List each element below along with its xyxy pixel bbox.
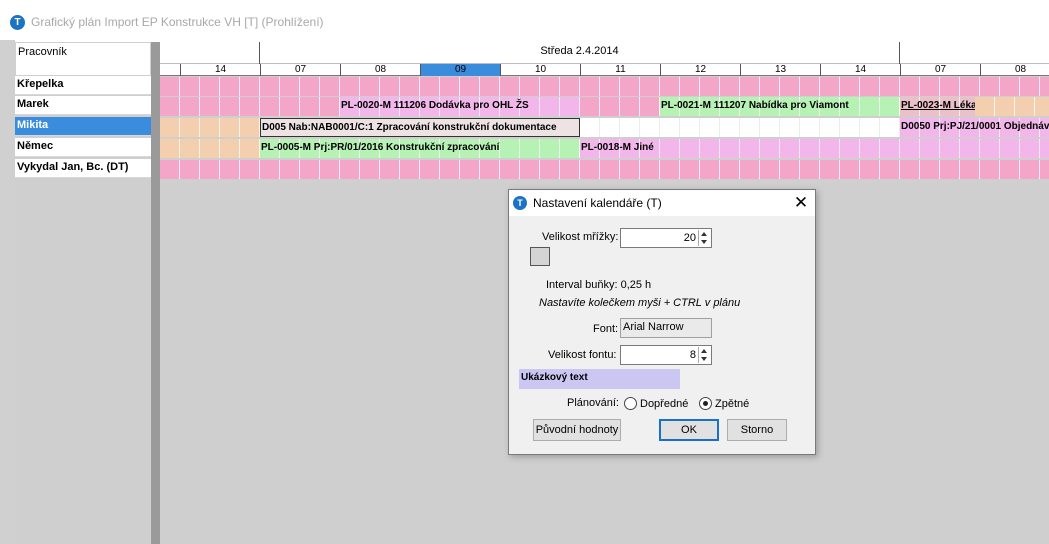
hour-label: 14 <box>180 64 260 76</box>
ok-button[interactable]: OK <box>659 419 719 441</box>
worker-name: Křepelka <box>17 78 64 90</box>
planning-backward-radio[interactable] <box>699 397 712 410</box>
plan-row-vykydal[interactable] <box>160 160 1049 179</box>
cancel-button[interactable]: Storno <box>727 419 787 441</box>
font-value: Arial Narrow <box>623 321 684 333</box>
spinner-arrows-icon[interactable] <box>698 347 710 363</box>
font-field[interactable]: Arial Narrow <box>620 318 712 338</box>
task-label: PL-0021-M 111207 Nabídka pro Viamont <box>661 100 849 111</box>
worker-row-marek[interactable]: Marek <box>15 96 151 115</box>
worker-name: Němec <box>17 140 54 152</box>
workers-header-label: Pracovník <box>18 46 67 58</box>
grid-color-button[interactable] <box>530 247 550 266</box>
task-label: D0050 Prj:PJ/21/0001 Objednávka <box>901 121 1049 132</box>
task-bar[interactable]: PL-0021-M 111207 Nabídka pro Viamont <box>660 97 900 116</box>
day-header: Středa 2.4.2014 <box>160 42 1049 64</box>
worker-row-mikita[interactable]: Mikita <box>15 117 151 136</box>
reset-defaults-button[interactable]: Původní hodnoty <box>533 419 621 441</box>
hour-label: 07 <box>260 64 340 76</box>
left-margin <box>0 40 15 544</box>
planning-backward-label[interactable]: Zpětné <box>715 398 749 410</box>
hour-label: 08 <box>340 64 420 76</box>
task-bar[interactable] <box>160 118 260 137</box>
grid-size-label: Velikost mřížky: <box>542 231 619 243</box>
previous-day-cell <box>160 42 260 64</box>
title-bar: T Grafický plán Import EP Konstrukce VH … <box>0 0 1049 44</box>
spinner-arrows-icon[interactable] <box>698 230 710 246</box>
plan-row-nemec[interactable]: PL-0005-M Prj:PR/01/2016 Konstrukční zpr… <box>160 139 1049 158</box>
task-bar[interactable] <box>160 139 260 158</box>
hour-header: 14 07 08 09 10 11 12 13 14 07 08 <box>160 64 1049 76</box>
plan-row-marek[interactable]: PL-0020-M 111206 Dodávka pro OHL ŽS PL-0… <box>160 97 1049 116</box>
app-logo-icon: T <box>513 196 527 210</box>
planning-forward-label[interactable]: Dopředné <box>640 398 688 410</box>
day-label: Středa 2.4.2014 <box>260 42 900 64</box>
hour-label: 12 <box>660 64 740 76</box>
worker-name: Mikita <box>17 119 49 131</box>
pane-splitter[interactable] <box>151 42 160 544</box>
planning-forward-radio[interactable] <box>624 397 637 410</box>
font-size-value: 8 <box>689 349 696 361</box>
task-label: PL-0023-M Lékař <box>901 100 981 111</box>
task-bar[interactable]: PL-0018-M Jiné <box>580 139 1049 158</box>
app-logo-icon: T <box>10 15 25 30</box>
worker-name: Marek <box>17 98 49 110</box>
task-label: D005 Nab:NAB0001/C:1 Zpracování konstruk… <box>262 122 557 133</box>
hour-label: 10 <box>500 64 580 76</box>
worker-name: Vykydal Jan, Bc. (DT) <box>17 161 129 173</box>
font-label: Font: <box>593 323 619 335</box>
font-size-label: Velikost fontu: <box>548 349 617 361</box>
task-bar[interactable]: PL-0005-M Prj:PR/01/2016 Konstrukční zpr… <box>260 139 580 158</box>
planning-label: Plánování: <box>567 397 619 409</box>
task-bar[interactable]: PL-0023-M Lékař <box>900 97 980 116</box>
dialog-title-bar: T Nastavení kalendáře (T) ✕ <box>509 190 815 216</box>
hour-label: 13 <box>740 64 820 76</box>
window-title: Grafický plán Import EP Konstrukce VH [T… <box>31 15 324 29</box>
task-label: PL-0005-M Prj:PR/01/2016 Konstrukční zpr… <box>261 142 500 153</box>
zoom-hint-text: Nastavíte kolečkem myši + CTRL v plánu <box>539 297 741 309</box>
task-bar[interactable] <box>975 97 1049 116</box>
plan-row-krepelka[interactable] <box>160 77 1049 96</box>
worker-row-krepelka[interactable]: Křepelka <box>15 76 151 95</box>
hour-label: 11 <box>580 64 660 76</box>
task-bar[interactable]: PL-0020-M 111206 Dodávka pro OHL ŽS <box>340 97 580 116</box>
grid-size-value: 20 <box>683 232 696 244</box>
app-window: T Grafický plán Import EP Konstrukce VH … <box>0 0 1049 544</box>
hour-label: 14 <box>820 64 900 76</box>
font-size-stepper[interactable]: 8 <box>620 345 712 365</box>
plan-grid[interactable]: Středa 2.4.2014 14 07 08 09 10 11 12 13 … <box>160 42 1049 180</box>
worker-row-nemec[interactable]: Němec <box>15 138 151 157</box>
plan-row-mikita[interactable]: D005 Nab:NAB0001/C:1 Zpracování konstruk… <box>160 118 1049 137</box>
workers-header: Pracovník <box>15 42 151 76</box>
close-icon[interactable]: ✕ <box>790 192 812 214</box>
task-label: PL-0018-M Jiné <box>581 142 654 153</box>
sample-text-preview: Ukázkový text <box>519 369 680 389</box>
cell-interval-text: Interval buňky: 0,25 h <box>546 279 652 291</box>
worker-row-vykydal[interactable]: Vykydal Jan, Bc. (DT) <box>15 159 151 178</box>
task-bar-selected[interactable]: D005 Nab:NAB0001/C:1 Zpracování konstruk… <box>260 118 580 137</box>
calendar-settings-dialog: T Nastavení kalendáře (T) ✕ Velikost mří… <box>508 189 816 455</box>
sample-text: Ukázkový text <box>521 372 588 383</box>
hour-label: 08 <box>980 64 1049 76</box>
task-label: PL-0020-M 111206 Dodávka pro OHL ŽS <box>341 100 529 111</box>
dialog-title: Nastavení kalendáře (T) <box>533 196 662 210</box>
hour-label-selected: 09 <box>420 64 500 76</box>
grid-size-stepper[interactable]: 20 <box>620 228 712 248</box>
hour-label: 07 <box>900 64 980 76</box>
task-bar[interactable]: D0050 Prj:PJ/21/0001 Objednávka <box>900 118 1049 137</box>
